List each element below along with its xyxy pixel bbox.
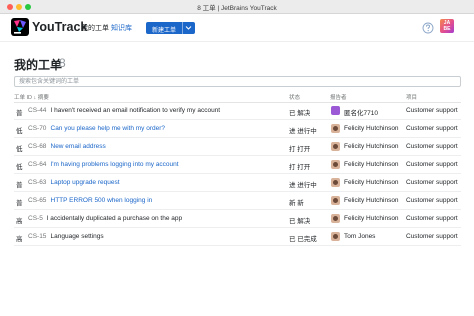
issue-summary-link[interactable]: Can you please help me with my order? bbox=[51, 125, 166, 132]
issue-row[interactable]: 高 CS-5 I accidentally duplicated a purchas… bbox=[14, 210, 461, 228]
nav-my-issues[interactable]: 我的工单 bbox=[81, 23, 109, 33]
issue-summary-link[interactable]: I accidentally duplicated a purchase on … bbox=[47, 215, 183, 222]
priority-badge[interactable]: 高 bbox=[16, 215, 23, 225]
project-name[interactable]: Customer support bbox=[406, 179, 458, 186]
state-field[interactable]: 已 解决 bbox=[289, 215, 310, 225]
project-name[interactable]: Customer support bbox=[406, 143, 458, 150]
state-field[interactable]: 已 已完成 bbox=[289, 233, 317, 243]
project-name[interactable]: Customer support bbox=[406, 197, 458, 204]
state-field[interactable]: 打 打开 bbox=[289, 161, 310, 171]
reporter-name[interactable]: Felicity Hutchinson bbox=[344, 215, 399, 222]
reporter-name[interactable]: Felicity Hutchinson bbox=[344, 161, 399, 168]
issue-id[interactable]: CS-70 bbox=[28, 125, 46, 132]
issue-summary-link[interactable]: I haven't received an email notification… bbox=[51, 107, 221, 114]
state-field[interactable]: 新 新 bbox=[289, 197, 304, 207]
issue-id[interactable]: CS-65 bbox=[28, 197, 46, 204]
state-field[interactable]: 打 打开 bbox=[289, 143, 310, 153]
column-header-id-summary[interactable]: 工单 ID ↓ 摘要 bbox=[14, 93, 49, 101]
reporter-name[interactable]: Felicity Hutchinson bbox=[344, 125, 399, 132]
issue-row[interactable]: 低 CS-70 Can you please help me with my ord… bbox=[14, 120, 461, 138]
user-avatar[interactable]: JA BE bbox=[440, 19, 454, 33]
issue-row[interactable]: 普 CS-63 Laptop upgrade request 进 进行中 Felicit… bbox=[14, 174, 461, 192]
issue-summary-link[interactable]: Language settings bbox=[51, 233, 104, 240]
reporter-avatar-icon bbox=[331, 196, 340, 205]
issue-id[interactable]: CS-5 bbox=[28, 215, 43, 222]
issue-id[interactable]: CS-15 bbox=[28, 233, 46, 240]
title-bar: 8 工单 | JetBrains YouTrack bbox=[0, 0, 474, 14]
reporter-name[interactable]: Felicity Hutchinson bbox=[344, 197, 399, 204]
state-field[interactable]: 进 进行中 bbox=[289, 125, 317, 135]
column-header-state[interactable]: 状态 bbox=[289, 93, 300, 101]
reporter-avatar-icon bbox=[331, 214, 340, 223]
column-header-project[interactable]: 项目 bbox=[406, 93, 417, 101]
reporter-avatar-icon bbox=[331, 124, 340, 133]
issue-row[interactable]: 低 CS-68 New email address 打 打开 Felicity Hutc… bbox=[14, 138, 461, 156]
project-name[interactable]: Customer support bbox=[406, 215, 458, 222]
issue-summary-link[interactable]: I'm having problems logging into my acco… bbox=[51, 161, 179, 168]
priority-badge[interactable]: 低 bbox=[16, 143, 23, 153]
issue-row[interactable]: 低 CS-64 I'm having problems logging into m… bbox=[14, 156, 461, 174]
reporter-avatar-icon bbox=[331, 232, 340, 241]
priority-badge[interactable]: 普 bbox=[16, 179, 23, 189]
brand-name[interactable]: YouTrack bbox=[32, 20, 87, 34]
state-field[interactable]: 已 解决 bbox=[289, 107, 310, 117]
help-circle-icon[interactable] bbox=[422, 22, 434, 34]
youtrack-logo-icon[interactable] bbox=[11, 18, 29, 36]
reporter-avatar-icon bbox=[331, 178, 340, 187]
page-title: 我的工单 bbox=[14, 58, 63, 72]
issue-id[interactable]: CS-44 bbox=[28, 107, 46, 114]
new-issue-divider bbox=[182, 22, 183, 34]
project-name[interactable]: Customer support bbox=[406, 233, 458, 240]
reporter-name[interactable]: Tom Jones bbox=[344, 233, 375, 240]
issue-id[interactable]: CS-63 bbox=[28, 179, 46, 186]
new-issue-button[interactable]: 新建工单 bbox=[146, 22, 195, 34]
reporter-name[interactable]: Felicity Hutchinson bbox=[344, 143, 399, 150]
issue-row[interactable]: 普 CS-65 HTTP ERROR 500 when logging in 新 新 F… bbox=[14, 192, 461, 210]
reporter-name[interactable]: 匿名化7710 bbox=[344, 107, 378, 117]
avatar-initials-bottom: BE bbox=[443, 25, 451, 32]
reporter-avatar-icon bbox=[331, 106, 340, 115]
issue-summary-link[interactable]: HTTP ERROR 500 when logging in bbox=[51, 197, 153, 204]
priority-badge[interactable]: 低 bbox=[16, 161, 23, 171]
nav-knowledge-base[interactable]: 知识库 bbox=[111, 23, 132, 33]
issue-row[interactable]: 普 CS-44 I haven't received an email notifi… bbox=[14, 102, 461, 120]
issue-id[interactable]: CS-68 bbox=[28, 143, 46, 150]
project-name[interactable]: Customer support bbox=[406, 107, 458, 114]
priority-badge[interactable]: 普 bbox=[16, 197, 23, 207]
issue-summary-link[interactable]: New email address bbox=[51, 143, 106, 150]
issue-row[interactable]: 高 CS-15 Language settings 已 已完成 Tom Jones Cus… bbox=[14, 228, 461, 246]
browser-window: 8 工单 | JetBrains YouTrack YouTrack 我的工单 … bbox=[0, 0, 474, 316]
priority-badge[interactable]: 低 bbox=[16, 125, 23, 135]
window-title: 8 工单 | JetBrains YouTrack bbox=[197, 5, 277, 12]
column-header-reporter[interactable]: 报告者 bbox=[330, 93, 347, 101]
app-header: YouTrack 我的工单 知识库 新建工单 JA BE bbox=[0, 14, 474, 42]
reporter-avatar-icon bbox=[331, 142, 340, 151]
issue-count: 8 bbox=[59, 56, 66, 70]
new-issue-label: 新建工单 bbox=[152, 27, 177, 34]
project-name[interactable]: Customer support bbox=[406, 161, 458, 168]
chevron-down-icon[interactable] bbox=[185, 25, 192, 31]
priority-badge[interactable]: 普 bbox=[16, 107, 23, 117]
priority-badge[interactable]: 高 bbox=[16, 233, 23, 243]
issue-summary-link[interactable]: Laptop upgrade request bbox=[51, 179, 120, 186]
project-name[interactable]: Customer support bbox=[406, 125, 458, 132]
issue-id[interactable]: CS-64 bbox=[28, 161, 46, 168]
reporter-avatar-icon bbox=[331, 160, 340, 169]
search-input[interactable] bbox=[14, 76, 461, 87]
state-field[interactable]: 进 进行中 bbox=[289, 179, 317, 189]
reporter-name[interactable]: Felicity Hutchinson bbox=[344, 179, 399, 186]
